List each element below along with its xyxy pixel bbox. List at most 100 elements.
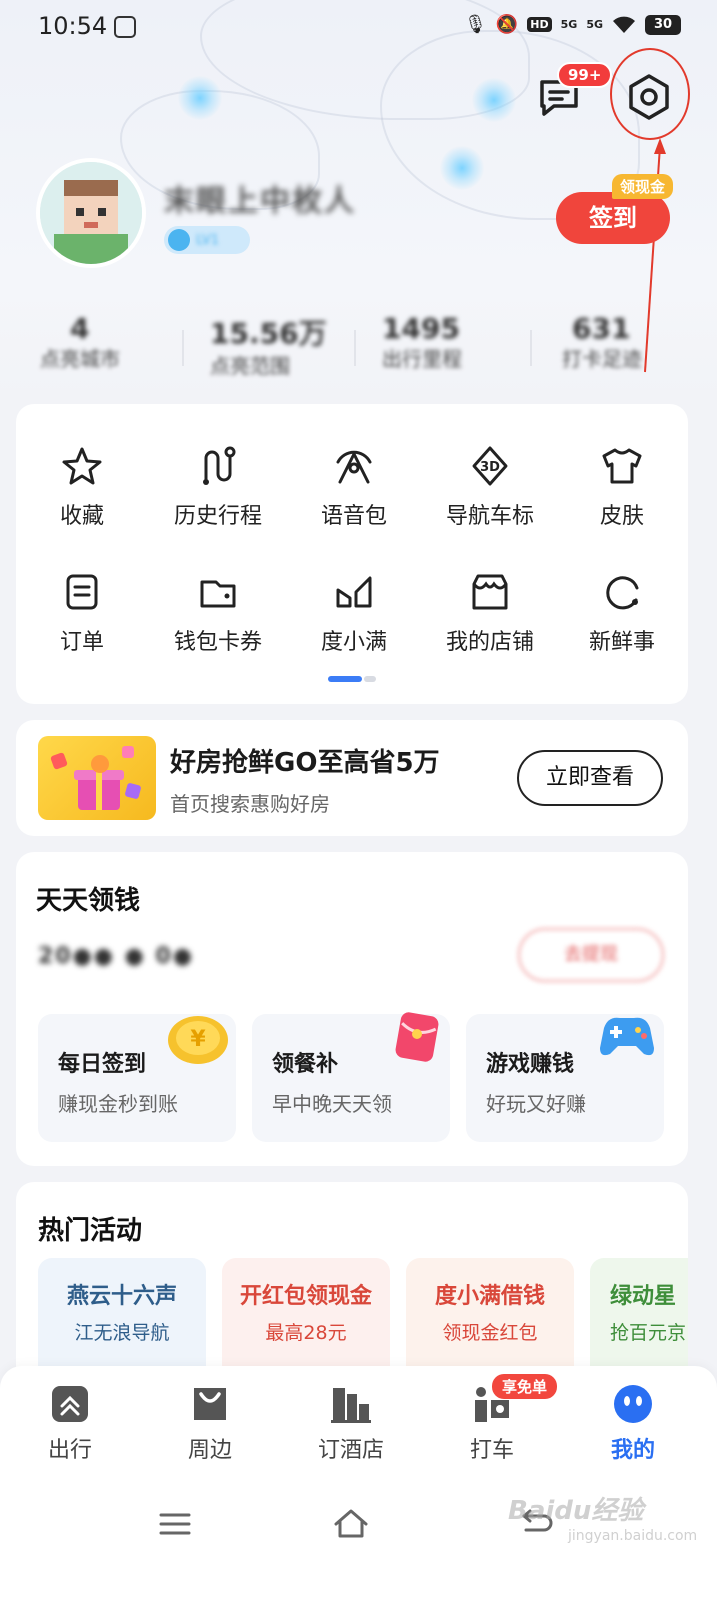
cash-tag: 领现金 [612, 174, 674, 199]
task-title: 领餐补 [272, 1052, 339, 1077]
task-meal-allowance[interactable]: 领餐补 早中晚天天领 [252, 1012, 450, 1142]
hot-item-subtitle: 最高28元 [265, 1322, 347, 1344]
travel-icon [52, 1386, 88, 1422]
section-title: 热门活动 [38, 1216, 143, 1246]
stat-label: 点亮范围 [210, 354, 290, 378]
avatar[interactable] [36, 158, 146, 268]
grid-item-history[interactable]: 历史行程 [152, 444, 284, 544]
grid-item-wallet[interactable]: 钱包卡券 [152, 570, 284, 670]
nav-label: 出行 [47, 1438, 92, 1463]
hot-item-subtitle: 领现金红包 [442, 1322, 538, 1344]
stat-label: 打卡足迹 [562, 347, 642, 371]
page-indicator-inactive [364, 676, 376, 682]
stat-label: 出行里程 [382, 347, 462, 371]
grid-item-duxiaoman[interactable]: 度小满 [288, 570, 420, 670]
bottom-navigation: 出行 周边 订酒店 打车 我的 享免单 [0, 1366, 717, 1600]
watermark-url: jingyan.baidu.com [568, 1528, 698, 1544]
grid-label: 钱包卡券 [173, 630, 262, 655]
grid-label: 度小满 [320, 630, 387, 655]
stat-lit-cities[interactable]: 4 点亮城市 [40, 312, 120, 372]
nav-nearby[interactable]: 周边 [155, 1384, 265, 1464]
star-icon [62, 447, 102, 485]
level-text: LV1 [196, 232, 219, 248]
grid-label: 导航车标 [445, 504, 534, 529]
3d-car-icon: 3D [472, 446, 508, 486]
balance-text: 20●● ● 0● [38, 944, 195, 969]
grid-item-orders[interactable]: 订单 [16, 570, 148, 670]
voice-pack-icon [336, 450, 372, 484]
page-indicator-active [328, 676, 362, 682]
gamepad-icon [600, 1017, 654, 1056]
stat-lit-range[interactable]: 15.56万 点亮范围 [210, 312, 327, 379]
promo-title: 好房抢鲜GO至高省5万 [170, 748, 440, 778]
shop-icon [472, 574, 508, 610]
red-envelope-icon [395, 1012, 439, 1062]
grid-label: 皮肤 [599, 504, 644, 529]
stat-value: 1495 [382, 312, 460, 345]
grid-item-voice-pack[interactable]: 语音包 [288, 444, 420, 544]
task-daily-signin[interactable]: ¥ 每日签到 赚现金秒到账 [38, 1014, 236, 1142]
nav-travel[interactable]: 出行 [15, 1384, 125, 1464]
news-icon [606, 576, 639, 610]
gift-box-illustration [50, 746, 141, 810]
hot-item-title: 绿动星 [610, 1284, 677, 1309]
task-subtitle: 早中晚天天领 [272, 1092, 392, 1116]
stat-checkins[interactable]: 631 打卡足迹 [562, 312, 642, 372]
grid-label: 我的店铺 [445, 630, 534, 655]
username: 末眼上中枚人 [164, 184, 356, 219]
hot-item-title: 开红包领现金 [239, 1284, 372, 1309]
task-game-earn[interactable]: 游戏赚钱 好玩又好赚 [466, 1014, 664, 1142]
grid-item-news[interactable]: 新鲜事 [556, 570, 688, 670]
nav-mine[interactable]: 我的 [578, 1384, 688, 1464]
section-title: 天天领钱 [36, 886, 141, 916]
promo-subtitle: 首页搜索惠购好房 [170, 792, 330, 816]
promo-banner[interactable]: 好房抢鲜GO至高省5万 首页搜索惠购好房 立即查看 [16, 720, 688, 836]
stat-label: 点亮城市 [40, 347, 120, 371]
grid-label: 新鲜事 [588, 630, 655, 655]
hot-item-subtitle: 江无浪导航 [74, 1322, 170, 1344]
stats-row: 4 点亮城市 15.56万 点亮范围 1495 出行里程 631 打卡足迹 [0, 312, 717, 382]
nearby-icon [194, 1388, 226, 1420]
task-subtitle: 赚现金秒到账 [58, 1092, 178, 1116]
stat-value: 631 [572, 312, 631, 345]
level-badge[interactable]: LV1 [164, 226, 250, 254]
duxiaoman-icon [336, 576, 372, 608]
grid-item-skin[interactable]: 皮肤 [556, 444, 688, 544]
promo-gift-image [38, 736, 156, 820]
watermark: Baidu经验 [508, 1496, 644, 1526]
hot-item-subtitle: 抢百元京 [610, 1322, 687, 1344]
route-icon [203, 446, 236, 485]
withdraw-button[interactable]: 去提现 [518, 928, 664, 982]
grid-label: 收藏 [59, 504, 104, 529]
svg-text:¥: ¥ [190, 1027, 206, 1052]
view-now-button[interactable]: 立即查看 [517, 750, 663, 806]
nav-label: 打车 [469, 1438, 514, 1463]
feature-grid-card: 收藏 历史行程 语音包 3D 导航车标 皮肤 订单 钱包卡券 度小满 我的店铺 … [16, 404, 688, 704]
grid-label: 订单 [59, 630, 104, 655]
page-indicator [328, 676, 376, 682]
nav-label: 订酒店 [317, 1438, 384, 1463]
task-title: 游戏赚钱 [486, 1052, 575, 1077]
stat-mileage[interactable]: 1495 出行里程 [382, 312, 462, 372]
nav-hotel[interactable]: 订酒店 [296, 1384, 406, 1464]
signin-button[interactable]: 签到 [556, 192, 670, 244]
mine-face-icon [614, 1385, 652, 1423]
stat-value: 15.56万 [210, 317, 327, 350]
home-icon[interactable] [332, 1506, 370, 1540]
grid-item-car-logo[interactable]: 3D 导航车标 [424, 444, 556, 544]
wallet-icon [200, 580, 236, 608]
level-icon [168, 229, 190, 251]
grid-label: 语音包 [320, 504, 387, 529]
hot-item-title: 度小满借钱 [434, 1284, 545, 1309]
hotel-icon [331, 1388, 371, 1423]
task-title: 每日签到 [58, 1052, 147, 1077]
free-ride-tag: 享免单 [492, 1374, 558, 1399]
divider [182, 330, 184, 366]
avatar-pixel-image [40, 162, 142, 264]
hot-item-title: 燕云十六声 [66, 1284, 177, 1309]
grid-item-favorites[interactable]: 收藏 [16, 444, 148, 544]
nav-label: 周边 [187, 1438, 232, 1463]
grid-item-my-shop[interactable]: 我的店铺 [424, 570, 556, 670]
menu-icon[interactable] [158, 1510, 192, 1538]
gold-coin-icon: ¥ [168, 1016, 228, 1064]
